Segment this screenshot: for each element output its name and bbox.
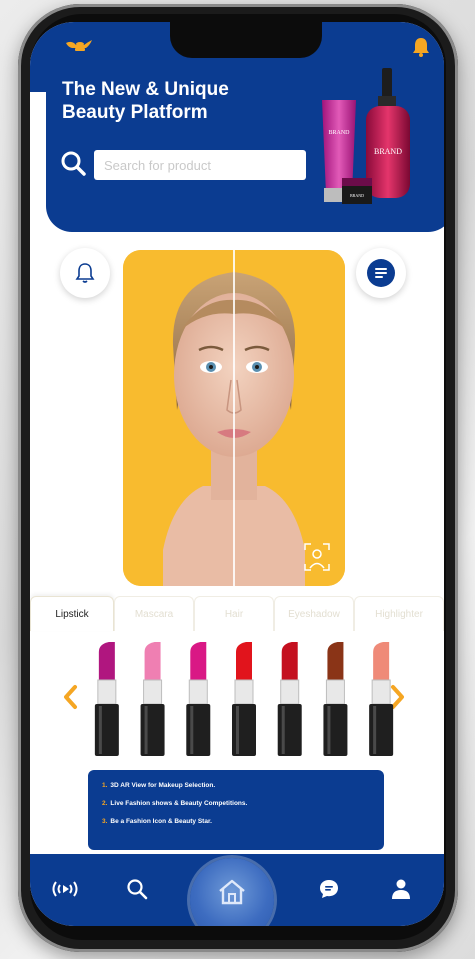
app-screen: The New & Unique Beauty Platform BRAND B… [30, 22, 444, 926]
hero-title: The New & Unique Beauty Platform [62, 78, 292, 124]
home-button[interactable] [190, 858, 274, 926]
lipstick-shade-carousel [94, 642, 394, 756]
menu-button[interactable] [356, 248, 406, 298]
home-icon [219, 879, 245, 905]
chevron-left-icon[interactable] [62, 684, 78, 710]
user-icon[interactable] [386, 874, 416, 904]
search-icon[interactable] [60, 150, 86, 176]
lipstick-shade[interactable] [323, 642, 348, 756]
feature-item: 3. Be a Fashion Icon & Beauty Star. [102, 818, 212, 825]
magic-lamp-icon[interactable] [64, 36, 94, 54]
ar-face-preview[interactable] [123, 250, 345, 586]
hero-title-line2: Beauty Platform [62, 102, 208, 123]
tab-highlighter[interactable]: Highlighter [354, 596, 444, 631]
lipstick-shade[interactable] [232, 642, 256, 756]
tab-hair[interactable]: Hair [194, 596, 274, 631]
face-image [123, 250, 345, 586]
menu-icon [367, 259, 395, 287]
feature-item: 1. 3D AR View for Makeup Selection. [102, 782, 216, 789]
feature-item: 2. Live Fashion shows & Beauty Competitio… [102, 800, 248, 807]
tab-mascara[interactable]: Mascara [114, 596, 194, 631]
nav-search-icon[interactable] [122, 874, 152, 904]
lipstick-shade[interactable] [369, 642, 394, 756]
bottle-brand-label: BRAND [374, 147, 402, 156]
tab-eyeshadow[interactable]: Eyeshadow [274, 596, 354, 631]
bottom-navigation [30, 854, 444, 926]
tab-lipstick[interactable]: Lipstick [30, 596, 114, 631]
hero-title-line1: The New & Unique [62, 79, 229, 100]
jar-brand-label: BRAND [350, 193, 364, 198]
lipstick-shade[interactable] [186, 642, 211, 756]
cosmetic-products-image: BRAND BRAND BRAND [322, 68, 410, 204]
makeup-category-tabs: Lipstick Mascara Hair Eyeshadow Highligh… [30, 596, 444, 632]
lipstick-shade[interactable] [277, 642, 302, 756]
live-broadcast-icon[interactable] [50, 874, 80, 904]
bell-outline-icon [75, 263, 95, 283]
search-input[interactable] [94, 150, 306, 180]
tube-brand-label: BRAND [328, 130, 350, 136]
bell-icon[interactable] [410, 36, 432, 58]
camera-notch [170, 22, 322, 58]
lipstick-shade[interactable] [140, 642, 165, 756]
chat-icon[interactable] [314, 874, 344, 904]
lipstick-shade[interactable] [94, 642, 119, 756]
features-box: 1. 3D AR View for Makeup Selection. 2. Liv… [88, 770, 384, 850]
notification-button[interactable] [60, 248, 110, 298]
